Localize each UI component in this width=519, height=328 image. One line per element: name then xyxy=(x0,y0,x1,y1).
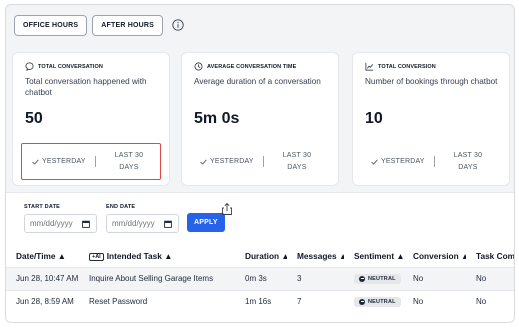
column-header-messages[interactable]: Messages ▲ xyxy=(287,245,344,267)
table-row[interactable]: Jun 28, 8:59 AM Reset Password 1m 16s 7 … xyxy=(6,289,514,313)
card-description: Average duration of a conversation xyxy=(194,77,321,86)
cell-task-complete: No xyxy=(466,289,514,313)
divider xyxy=(433,156,435,167)
tab-after-hours[interactable]: AFTER HOURS xyxy=(92,14,164,36)
period-yesterday[interactable]: YESTERDAY xyxy=(371,158,425,165)
period-last-30-days[interactable]: LAST 30 DAYS xyxy=(115,150,144,174)
card-description: Total conversation happened with chatbot xyxy=(25,77,147,97)
start-date-input[interactable]: mm/dd/yyyy xyxy=(24,214,97,233)
end-date-label: END DATE xyxy=(106,204,136,210)
cell-conversion: No xyxy=(403,266,466,290)
column-header-duration[interactable]: Duration ▲ xyxy=(235,245,287,267)
column-header-datetime[interactable]: Date/Time ▲ xyxy=(6,245,79,267)
divider xyxy=(94,156,96,167)
hours-tabs: OFFICE HOURS AFTER HOURS xyxy=(6,5,514,45)
cell-intended-task: Reset Password xyxy=(79,289,235,313)
column-header-task-complete[interactable]: Task Com xyxy=(466,245,514,267)
divider xyxy=(262,156,264,167)
cell-datetime: Jun 28, 8:59 AM xyxy=(6,289,79,313)
cell-messages: 7 xyxy=(287,289,344,313)
card-title: TOTAL CONVERSION xyxy=(378,63,436,70)
check-icon xyxy=(371,159,378,165)
cell-sentiment: NEUTRAL xyxy=(344,266,403,290)
card-value: 50 xyxy=(25,110,43,127)
period-last-30-days[interactable]: LAST 30 DAYS xyxy=(283,150,312,174)
calendar-icon[interactable] xyxy=(164,220,172,228)
start-date-label: START DATE xyxy=(24,204,61,210)
stat-card-total-conversation: TOTAL CONVERSATION Total conversation ha… xyxy=(12,52,170,186)
conversations-panel: START DATE mm/dd/yyyy END DATE mm/dd/yyy… xyxy=(6,192,514,322)
stat-card-average-conversation-time: AVERAGE CONVERSATION TIME Average durati… xyxy=(181,52,339,186)
table-row[interactable]: Jun 28, 10:47 AM Inquire About Selling G… xyxy=(6,266,514,290)
cell-duration: 1m 16s xyxy=(235,289,287,313)
check-icon xyxy=(32,159,39,165)
card-description: Number of bookings through chatbot xyxy=(365,77,498,86)
cell-sentiment: NEUTRAL xyxy=(344,289,403,313)
period-last-30-days[interactable]: LAST 30 DAYS xyxy=(454,150,483,174)
conversations-table: Date/Time ▲ +AI Intended Task ▲ Duration … xyxy=(6,245,514,313)
cell-duration: 0m 3s xyxy=(235,266,287,290)
date-filters: START DATE mm/dd/yyyy END DATE mm/dd/yyy… xyxy=(24,204,179,233)
ai-badge: +AI xyxy=(89,252,104,261)
cell-datetime: Jun 28, 10:47 AM xyxy=(6,266,79,290)
sentiment-badge: NEUTRAL xyxy=(354,273,401,284)
info-icon[interactable] xyxy=(171,19,184,32)
table-header-row: Date/Time ▲ +AI Intended Task ▲ Duration … xyxy=(6,245,514,267)
end-date-input[interactable]: mm/dd/yyyy xyxy=(106,214,179,233)
calendar-icon[interactable] xyxy=(82,220,90,228)
cell-task-complete: No xyxy=(466,266,514,290)
dashboard-frame: OFFICE HOURS AFTER HOURS TOTAL CONVERSAT… xyxy=(5,4,515,323)
trend-icon xyxy=(365,62,374,71)
column-header-intended-task[interactable]: +AI Intended Task ▲ xyxy=(79,245,235,267)
chat-bubble-icon xyxy=(25,62,34,71)
clock-icon xyxy=(194,62,203,71)
cell-intended-task: Inquire About Selling Garage Items xyxy=(79,266,235,290)
cell-conversion: No xyxy=(403,289,466,313)
cell-messages: 3 xyxy=(287,266,344,290)
neutral-icon xyxy=(359,298,365,305)
card-value: 5m 0s xyxy=(194,110,240,127)
neutral-icon xyxy=(359,275,365,282)
card-title: AVERAGE CONVERSATION TIME xyxy=(207,63,297,70)
period-selector: YESTERDAY LAST 30 DAYS xyxy=(21,143,161,180)
period-yesterday[interactable]: YESTERDAY xyxy=(32,158,86,165)
card-title: TOTAL CONVERSATION xyxy=(38,63,103,70)
tab-office-hours[interactable]: OFFICE HOURS xyxy=(14,14,88,36)
period-selector: YESTERDAY LAST 30 DAYS xyxy=(361,143,501,180)
stat-card-total-conversion: TOTAL CONVERSION Number of bookings thro… xyxy=(352,52,510,186)
period-selector: YESTERDAY LAST 30 DAYS xyxy=(190,143,330,180)
check-icon xyxy=(200,159,207,165)
column-header-conversion[interactable]: Conversion ▲ xyxy=(403,245,466,267)
sentiment-badge: NEUTRAL xyxy=(354,296,401,307)
export-icon[interactable] xyxy=(220,202,234,216)
period-yesterday[interactable]: YESTERDAY xyxy=(200,158,254,165)
column-header-sentiment[interactable]: Sentiment ▲ xyxy=(344,245,403,267)
card-value: 10 xyxy=(365,110,383,127)
